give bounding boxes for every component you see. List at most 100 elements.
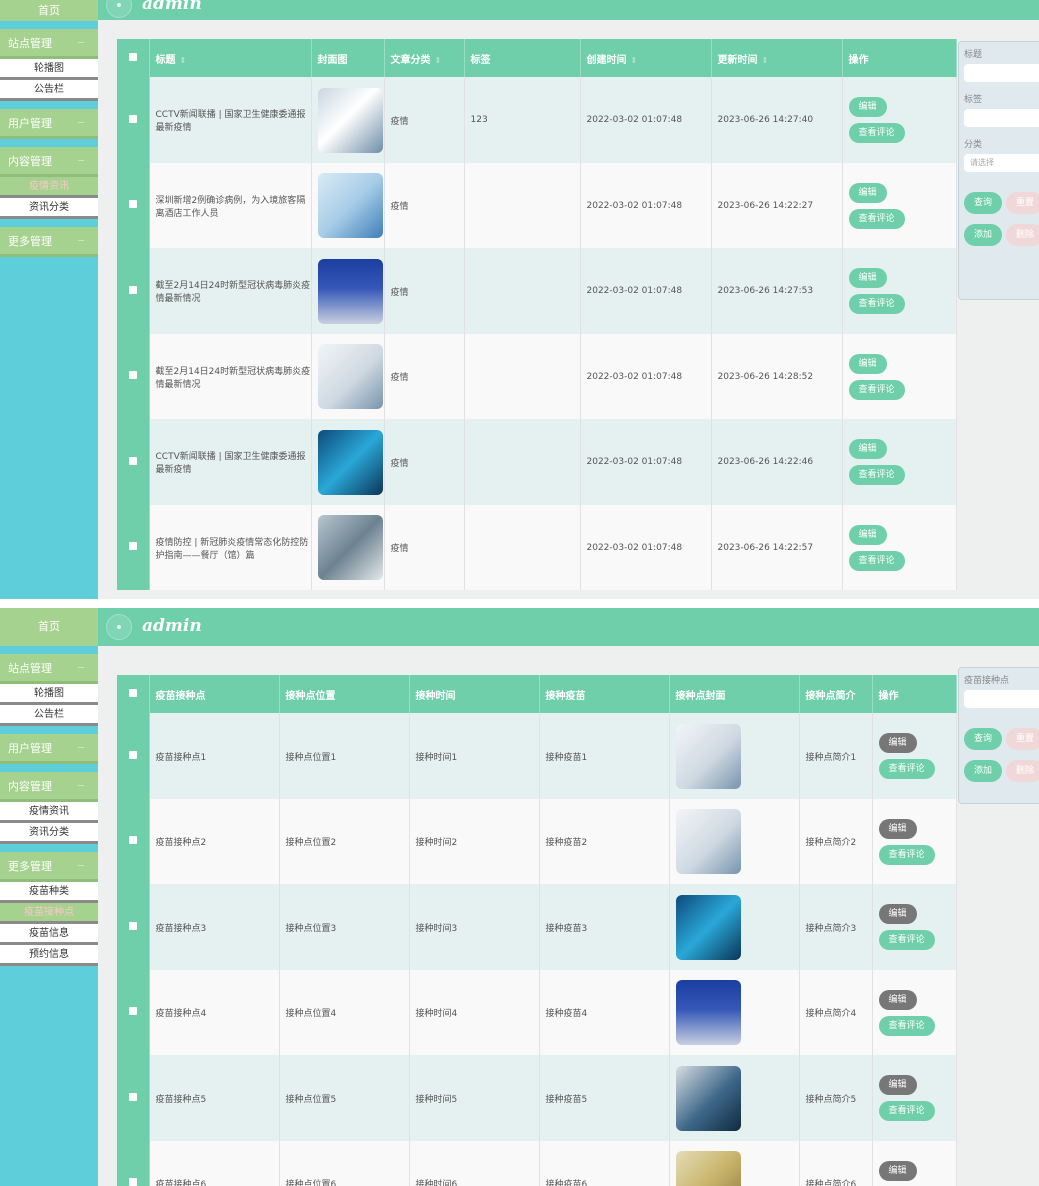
sidebar-item-carousel[interactable]: 轮播图 (0, 684, 98, 705)
edit-button[interactable]: 编辑 (878, 904, 917, 924)
view-comments-button[interactable]: 查看评论 (848, 123, 905, 143)
col-updated[interactable]: 更新时间 ⇕ (711, 39, 843, 77)
delete-button[interactable]: 删除 (1006, 224, 1039, 246)
site-search-input[interactable] (964, 690, 1039, 708)
sidebar-item-vaccination-sites[interactable]: 疫苗接种点 (0, 903, 98, 924)
add-button[interactable]: 添加 (964, 760, 1003, 782)
col-category[interactable]: 文章分类 ⇕ (384, 39, 465, 77)
sidebar-item-notice[interactable]: 公告栏 (0, 705, 98, 726)
edit-button[interactable]: 编辑 (848, 97, 887, 117)
title-search-input[interactable] (964, 64, 1039, 82)
edit-button[interactable]: 编辑 (848, 439, 887, 459)
view-comments-button[interactable]: 查看评论 (848, 379, 905, 400)
cell-time: 接种时间3 (409, 884, 540, 970)
cell-category: 疫情 (384, 334, 465, 419)
sidebar-item-notice[interactable]: 公告栏 (0, 80, 98, 101)
select-all-checkbox[interactable] (117, 39, 150, 77)
view-comments-button[interactable]: 查看评论 (848, 294, 905, 314)
col-created[interactable]: 创建时间 ⇕ (580, 39, 712, 77)
sidebar-item-carousel[interactable]: 轮播图 (0, 59, 98, 80)
delete-button[interactable]: 删除 (1006, 760, 1039, 782)
sort-icon[interactable]: ⇕ (631, 56, 638, 65)
edit-button[interactable]: 编辑 (878, 1160, 917, 1181)
row-checkbox[interactable] (117, 334, 150, 419)
view-comments-button[interactable]: 查看评论 (848, 550, 905, 571)
row-checkbox[interactable] (117, 505, 150, 590)
row-checkbox[interactable] (117, 970, 150, 1055)
sidebar-item-vaccine-types[interactable]: 疫苗种类 (0, 882, 98, 903)
row-checkbox[interactable] (117, 799, 150, 884)
edit-button[interactable]: 编辑 (848, 268, 887, 288)
sidebar-group-users[interactable]: 用户管理 (0, 734, 98, 764)
row-checkbox[interactable] (117, 1055, 150, 1141)
cover-image (675, 980, 741, 1045)
sidebar-item-news[interactable]: 疫情资讯 (0, 177, 98, 198)
category-select[interactable]: 请选择 (964, 154, 1039, 172)
cell-time: 接种时间4 (409, 970, 540, 1055)
view-comments-button[interactable]: 查看评论 (878, 1101, 935, 1121)
sort-icon[interactable]: ⇕ (180, 56, 187, 65)
cell-location: 接种点位置6 (279, 1141, 410, 1186)
tag-label: 标签 (964, 95, 983, 105)
edit-button[interactable]: 编辑 (878, 733, 917, 753)
sidebar-group-content[interactable]: 内容管理 (0, 772, 98, 802)
row-checkbox[interactable] (117, 419, 150, 505)
sidebar-item-appointments[interactable]: 预约信息 (0, 945, 98, 966)
panel-divider (0, 599, 1039, 608)
table-row: 截至2月14日24时新型冠状病毒肺炎疫情最新情况 疫情 2022-03-02 0… (117, 248, 957, 334)
sidebar-group-users[interactable]: 用户管理 (0, 109, 98, 139)
view-comments-button[interactable]: 查看评论 (878, 1015, 935, 1036)
cell-category: 疫情 (384, 419, 465, 505)
sort-icon[interactable]: ⇕ (762, 56, 769, 65)
sidebar-group-more[interactable]: 更多管理 (0, 227, 98, 257)
query-button[interactable]: 查询 (964, 192, 1003, 214)
edit-button[interactable]: 编辑 (878, 989, 917, 1010)
logo-icon (106, 614, 132, 640)
sidebar-group-site[interactable]: 站点管理 (0, 654, 98, 684)
sidebar-item-news-category[interactable]: 资讯分类 (0, 823, 98, 844)
row-checkbox[interactable] (117, 884, 150, 970)
main-content: 疫苗接种点 接种点位置 接种时间 接种疫苗 接种点封面 接种点简介 操作 疫苗接… (98, 646, 1039, 1186)
tag-search-input[interactable] (964, 109, 1039, 127)
view-comments-button[interactable]: 查看评论 (848, 208, 905, 229)
view-comments-button[interactable]: 查看评论 (878, 930, 935, 950)
sidebar-item-news-category[interactable]: 资讯分类 (0, 198, 98, 219)
col-title[interactable]: 标题 ⇕ (149, 39, 312, 77)
edit-button[interactable]: 编辑 (848, 524, 887, 545)
add-button[interactable]: 添加 (964, 224, 1003, 246)
sidebar-group-content[interactable]: 内容管理 (0, 147, 98, 177)
cell-category: 疫情 (384, 248, 465, 334)
sidebar-home[interactable]: 首页 (0, 0, 98, 21)
vaccination-site-table: 疫苗接种点 接种点位置 接种时间 接种疫苗 接种点封面 接种点简介 操作 疫苗接… (117, 675, 957, 1186)
row-checkbox[interactable] (117, 713, 150, 799)
reset-button[interactable]: 重置 (1006, 728, 1039, 750)
cell-title: 深圳新增2例确诊病例，为入境旅客隔离酒店工作人员 (149, 163, 312, 248)
row-checkbox[interactable] (117, 77, 150, 163)
reset-button[interactable]: 重置 (1006, 192, 1039, 214)
sidebar-group-more[interactable]: 更多管理 (0, 852, 98, 882)
sidebar-item-vaccine-info[interactable]: 疫苗信息 (0, 924, 98, 945)
cover-image (317, 344, 383, 409)
view-comments-button[interactable]: 查看评论 (878, 759, 935, 779)
edit-button[interactable]: 编辑 (848, 353, 887, 374)
row-checkbox[interactable] (117, 163, 150, 248)
cell-created: 2022-03-02 01:07:48 (580, 505, 712, 590)
sort-icon[interactable]: ⇕ (435, 56, 442, 65)
table-row: 疫苗接种点2 接种点位置2 接种时间2 接种疫苗2 接种点简介2 编辑 查看评论 (117, 799, 957, 884)
row-checkbox[interactable] (117, 1141, 150, 1186)
query-button[interactable]: 查询 (964, 728, 1003, 750)
edit-button[interactable]: 编辑 (878, 818, 917, 839)
edit-button[interactable]: 编辑 (848, 182, 887, 203)
sidebar-item-news[interactable]: 疫情资讯 (0, 802, 98, 823)
row-checkbox[interactable] (117, 248, 150, 334)
title-label: 标题 (964, 50, 983, 60)
cell-intro: 接种点简介1 (799, 713, 873, 799)
cover-image (675, 1065, 741, 1131)
sidebar-home[interactable]: 首页 (0, 608, 98, 646)
select-all-checkbox[interactable] (117, 675, 150, 713)
cell-updated: 2023-06-26 14:27:40 (711, 77, 843, 163)
sidebar-group-site[interactable]: 站点管理 (0, 29, 98, 59)
edit-button[interactable]: 编辑 (878, 1075, 917, 1095)
view-comments-button[interactable]: 查看评论 (878, 844, 935, 865)
view-comments-button[interactable]: 查看评论 (848, 465, 905, 485)
